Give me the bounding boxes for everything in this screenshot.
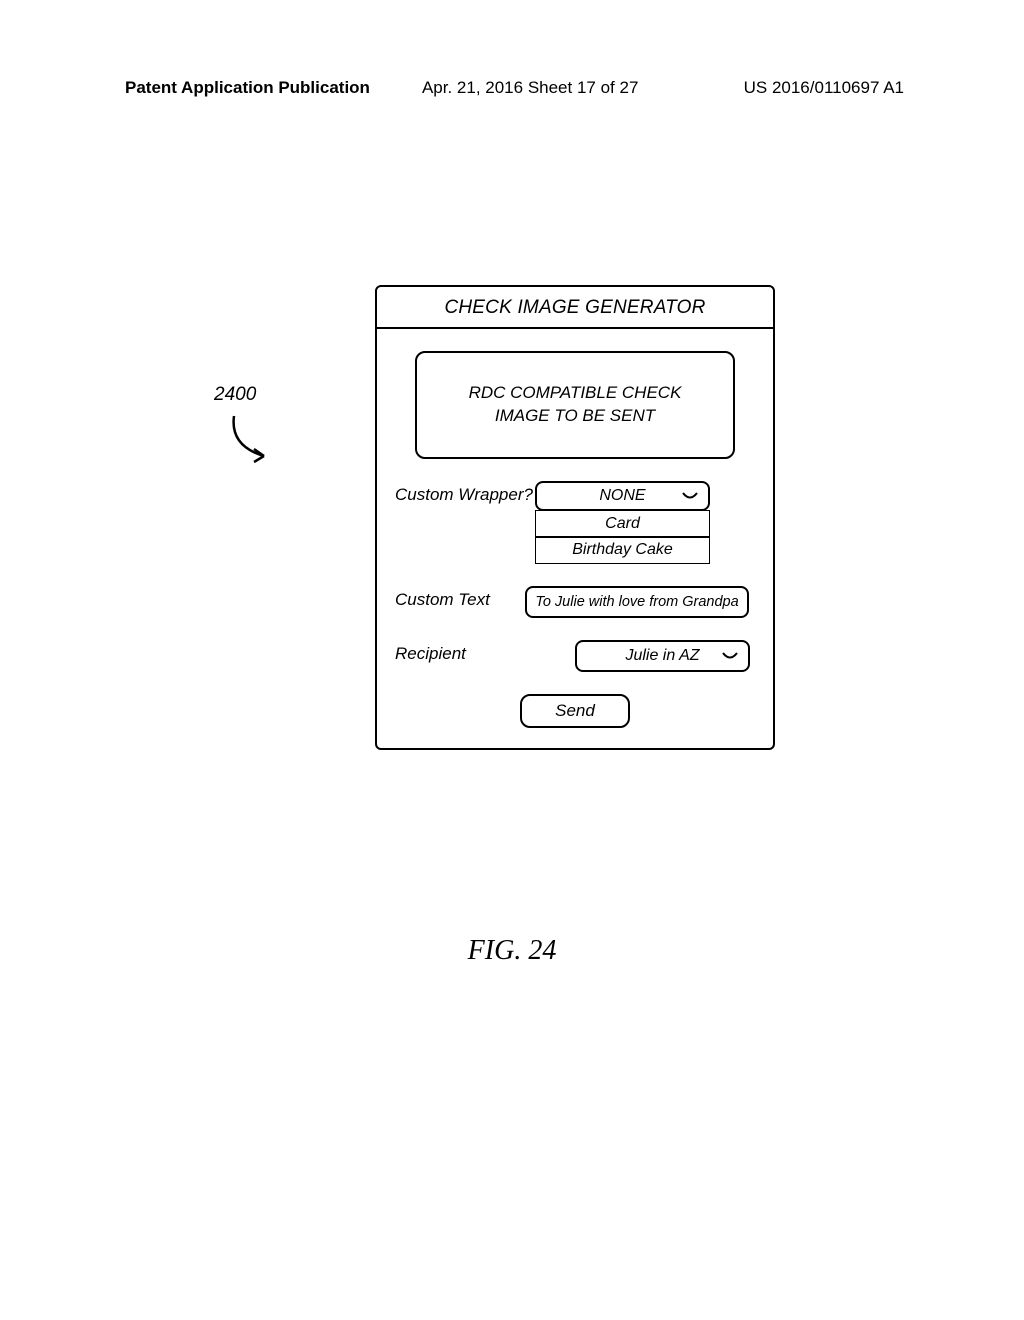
wrapper-dropdown-group: NONE Card Birthday Cake: [535, 481, 710, 564]
header-left: Patent Application Publication: [125, 78, 370, 98]
figure-reference-number: 2400: [214, 384, 256, 406]
recipient-dropdown[interactable]: Julie in AZ: [575, 640, 750, 672]
page-header: Patent Application Publication Apr. 21, …: [0, 78, 1024, 98]
custom-text-value: To Julie with love from Grandpa: [535, 594, 738, 610]
custom-text-input[interactable]: To Julie with love from Grandpa: [525, 586, 749, 618]
check-image-preview: RDC COMPATIBLE CHECK IMAGE TO BE SENT: [415, 351, 735, 459]
custom-text-label: Custom Text: [395, 586, 535, 610]
device-body: RDC COMPATIBLE CHECK IMAGE TO BE SENT Cu…: [377, 329, 773, 748]
recipient-value: Julie in AZ: [625, 647, 699, 665]
wrapper-option-card[interactable]: Card: [535, 510, 710, 538]
device-frame: CHECK IMAGE GENERATOR RDC COMPATIBLE CHE…: [375, 285, 775, 750]
send-button[interactable]: Send: [520, 694, 630, 728]
header-right: US 2016/0110697 A1: [744, 78, 904, 98]
header-mid: Apr. 21, 2016 Sheet 17 of 27: [422, 78, 638, 98]
wrapper-option-birthday-cake[interactable]: Birthday Cake: [535, 536, 710, 564]
wrapper-dropdown[interactable]: NONE: [535, 481, 710, 511]
recipient-row: Recipient Julie in AZ: [395, 640, 755, 672]
wrapper-row: Custom Wrapper? NONE Card Birthday Cake: [395, 481, 755, 564]
reference-arrow-icon: [224, 412, 284, 468]
app-title: CHECK IMAGE GENERATOR: [377, 287, 773, 329]
chevron-down-icon: [682, 492, 698, 504]
recipient-label: Recipient: [395, 640, 535, 664]
wrapper-selected-value: NONE: [599, 487, 645, 505]
wrapper-label: Custom Wrapper?: [395, 481, 535, 505]
custom-text-row: Custom Text To Julie with love from Gran…: [395, 586, 755, 618]
figure-caption: FIG. 24: [0, 935, 1024, 967]
preview-text: RDC COMPATIBLE CHECK IMAGE TO BE SENT: [469, 382, 682, 428]
chevron-down-icon: [722, 652, 738, 664]
